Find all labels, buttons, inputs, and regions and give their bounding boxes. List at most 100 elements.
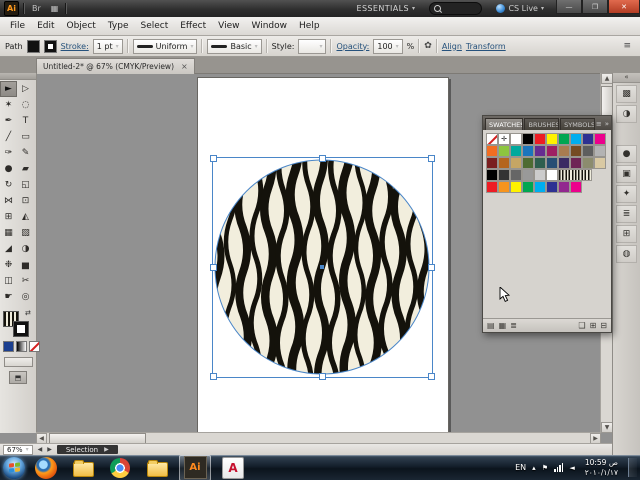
screen-mode-button[interactable]: ⬒: [9, 371, 27, 384]
dock-collapse-button[interactable]: «: [613, 73, 640, 83]
swatch-color[interactable]: [546, 157, 558, 169]
swatch-color[interactable]: [546, 169, 558, 181]
swatch-color[interactable]: [558, 157, 570, 169]
tools-panel-header[interactable]: [0, 73, 36, 80]
swatch-color[interactable]: [486, 181, 498, 193]
brush-definition-combo[interactable]: Basic: [207, 38, 262, 54]
swatch-color[interactable]: [498, 181, 510, 193]
selection-handle[interactable]: [428, 373, 435, 380]
new-swatch-icon[interactable]: ⊞: [590, 321, 597, 330]
eyedropper-tool-icon[interactable]: ◢: [0, 241, 17, 257]
graphic-styles-panel-icon[interactable]: ▣: [616, 165, 637, 183]
swatch-color[interactable]: [546, 133, 558, 145]
explorer-icon[interactable]: [72, 457, 94, 479]
menu-item-help[interactable]: Help: [293, 21, 326, 31]
swatch-color[interactable]: [510, 145, 522, 157]
eraser-tool-icon[interactable]: ▰: [17, 161, 34, 177]
libraries-icon[interactable]: [146, 457, 168, 479]
show-desktop-button[interactable]: [628, 458, 637, 477]
swatch-kinds-icon[interactable]: ▦: [499, 321, 507, 330]
color-panel-icon[interactable]: ▩: [616, 85, 637, 103]
width-tool-icon[interactable]: ⋈: [0, 193, 17, 209]
swatch-options-icon[interactable]: ≣: [510, 321, 517, 330]
cs-live-button[interactable]: CS Live: [496, 4, 544, 13]
swatch-color[interactable]: [522, 169, 534, 181]
volume-icon[interactable]: ◄: [569, 464, 574, 472]
swatch-color[interactable]: [570, 145, 582, 157]
menu-item-effect[interactable]: Effect: [174, 21, 212, 31]
swatch-libraries-icon[interactable]: ▤: [487, 321, 495, 330]
swatch-color[interactable]: [486, 145, 498, 157]
panel-menu-icon[interactable]: ≡: [596, 120, 602, 128]
lasso-tool-icon[interactable]: ◌: [17, 97, 34, 113]
hidden-icons-icon[interactable]: ▴: [532, 464, 536, 472]
rotate-tool-icon[interactable]: ↻: [0, 177, 17, 193]
swatch-color[interactable]: [510, 133, 522, 145]
slice-tool-icon[interactable]: ✂: [17, 273, 34, 289]
color-button[interactable]: [3, 341, 14, 352]
clock[interactable]: 10:59 ص ٢٠١٠/١/١٧: [585, 458, 618, 477]
document-tab[interactable]: Untitled-2* @ 67% (CMYK/Preview) ×: [36, 58, 195, 74]
rectangle-tool-icon[interactable]: ▭: [17, 129, 34, 145]
swatch-color[interactable]: [546, 145, 558, 157]
swatch-color[interactable]: [522, 181, 534, 193]
swatch-color[interactable]: [558, 181, 570, 193]
navigator-panel-icon[interactable]: ◍: [616, 245, 637, 263]
gradient-button[interactable]: [16, 341, 27, 352]
opacity-link[interactable]: Opacity:: [336, 42, 369, 51]
swatch-color[interactable]: [594, 157, 606, 169]
chrome-icon[interactable]: [109, 457, 131, 479]
swatch-color[interactable]: [522, 133, 534, 145]
selection-handle[interactable]: [319, 373, 326, 380]
firefox-icon[interactable]: [35, 456, 57, 479]
perspective-grid-tool-icon[interactable]: ◭: [17, 209, 34, 225]
swatch-color[interactable]: [546, 181, 558, 193]
stroke-swatch-chip[interactable]: [43, 39, 57, 53]
close-button[interactable]: ✕: [608, 0, 640, 14]
gradient-tool-icon[interactable]: ▧: [17, 225, 34, 241]
mesh-tool-icon[interactable]: ▦: [0, 225, 17, 241]
bridge-icon[interactable]: Br: [29, 2, 44, 15]
network-icon[interactable]: [553, 463, 564, 472]
swatch-color[interactable]: [594, 145, 606, 157]
selection-handle[interactable]: [319, 155, 326, 162]
control-panel-menu-icon[interactable]: ≡: [623, 41, 631, 51]
swatch-none[interactable]: [486, 133, 498, 145]
menu-item-select[interactable]: Select: [134, 21, 174, 31]
swatch-color[interactable]: [522, 157, 534, 169]
menu-item-edit[interactable]: Edit: [31, 21, 60, 31]
width-profile-combo[interactable]: Uniform: [132, 38, 198, 54]
blend-tool-icon[interactable]: ◑: [17, 241, 34, 257]
drawing-modes-button[interactable]: [4, 357, 33, 367]
swatch-color[interactable]: [570, 181, 582, 193]
swatch-color[interactable]: [534, 169, 546, 181]
swatch-color[interactable]: [498, 157, 510, 169]
opacity-combo[interactable]: 100: [373, 38, 403, 54]
selection-handle[interactable]: [210, 373, 217, 380]
shape-builder-tool-icon[interactable]: ⊞: [0, 209, 17, 225]
selection-handle[interactable]: [428, 155, 435, 162]
status-indicator[interactable]: Selection ▶: [56, 445, 118, 454]
next-artboard-icon[interactable]: ▶: [47, 446, 52, 453]
symbols-panel-icon[interactable]: ✦: [616, 185, 637, 203]
menu-item-object[interactable]: Object: [61, 21, 102, 31]
type-tool-icon[interactable]: T: [17, 113, 34, 129]
prev-artboard-icon[interactable]: ◀: [38, 446, 43, 453]
menu-item-type[interactable]: Type: [102, 21, 135, 31]
panel-tab-brushes[interactable]: BRUSHES: [524, 118, 560, 130]
hand-tool-icon[interactable]: ☛: [0, 289, 17, 305]
swatch-color[interactable]: [570, 133, 582, 145]
magic-wand-tool-icon[interactable]: ✶: [0, 97, 17, 113]
selection-handle[interactable]: [428, 264, 435, 271]
swatch-color[interactable]: [534, 181, 546, 193]
column-graph-tool-icon[interactable]: ▅: [17, 257, 34, 273]
menu-item-file[interactable]: File: [4, 21, 31, 31]
minimize-button[interactable]: —: [556, 0, 582, 14]
menu-item-view[interactable]: View: [212, 21, 245, 31]
symbol-sprayer-tool-icon[interactable]: ❉: [0, 257, 17, 273]
workspace-switcher-button[interactable]: ESSENTIALS: [357, 4, 416, 13]
swatch-color[interactable]: [486, 169, 498, 181]
color-guide-panel-icon[interactable]: ◑: [616, 105, 637, 123]
free-transform-tool-icon[interactable]: ⊡: [17, 193, 34, 209]
style-combo[interactable]: [298, 38, 327, 54]
